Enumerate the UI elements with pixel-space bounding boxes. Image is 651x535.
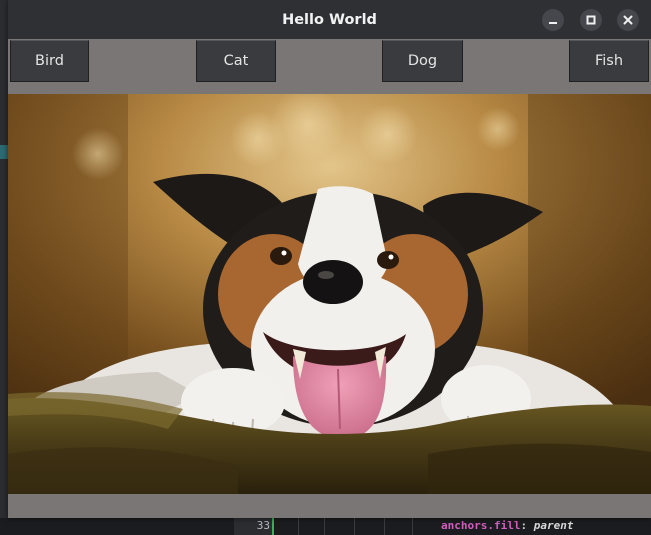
dog-photo <box>8 94 651 494</box>
background-editor-marker <box>0 145 8 159</box>
title-bar[interactable]: Hello World <box>8 0 651 39</box>
maximize-icon <box>586 15 596 25</box>
fish-button[interactable]: Fish <box>569 40 649 82</box>
app-window: Hello World Bird Cat Dog Fish <box>8 0 651 518</box>
code-value: parent <box>533 519 574 532</box>
indent-guide <box>384 518 385 535</box>
image-display <box>8 94 651 494</box>
close-icon <box>623 15 633 25</box>
code-colon: : <box>520 519 528 532</box>
code-property: anchors.fill <box>441 519 521 532</box>
indent-guide <box>324 518 325 535</box>
code-snippet: anchors.fill: parent <box>441 519 573 532</box>
minimize-icon <box>549 22 557 24</box>
indent-guide <box>354 518 355 535</box>
indent-guide <box>298 518 299 535</box>
maximize-button[interactable] <box>580 9 602 31</box>
close-button[interactable] <box>617 9 639 31</box>
background-editor-sidebar <box>0 0 8 535</box>
status-area <box>8 494 651 518</box>
toolbar: Bird Cat Dog Fish <box>8 39 651 94</box>
cat-button[interactable]: Cat <box>196 40 276 82</box>
dog-button[interactable]: Dog <box>382 40 463 82</box>
bird-button[interactable]: Bird <box>10 40 89 82</box>
minimize-button[interactable] <box>542 9 564 31</box>
line-number: 33 <box>256 519 270 532</box>
indent-guide <box>412 518 413 535</box>
